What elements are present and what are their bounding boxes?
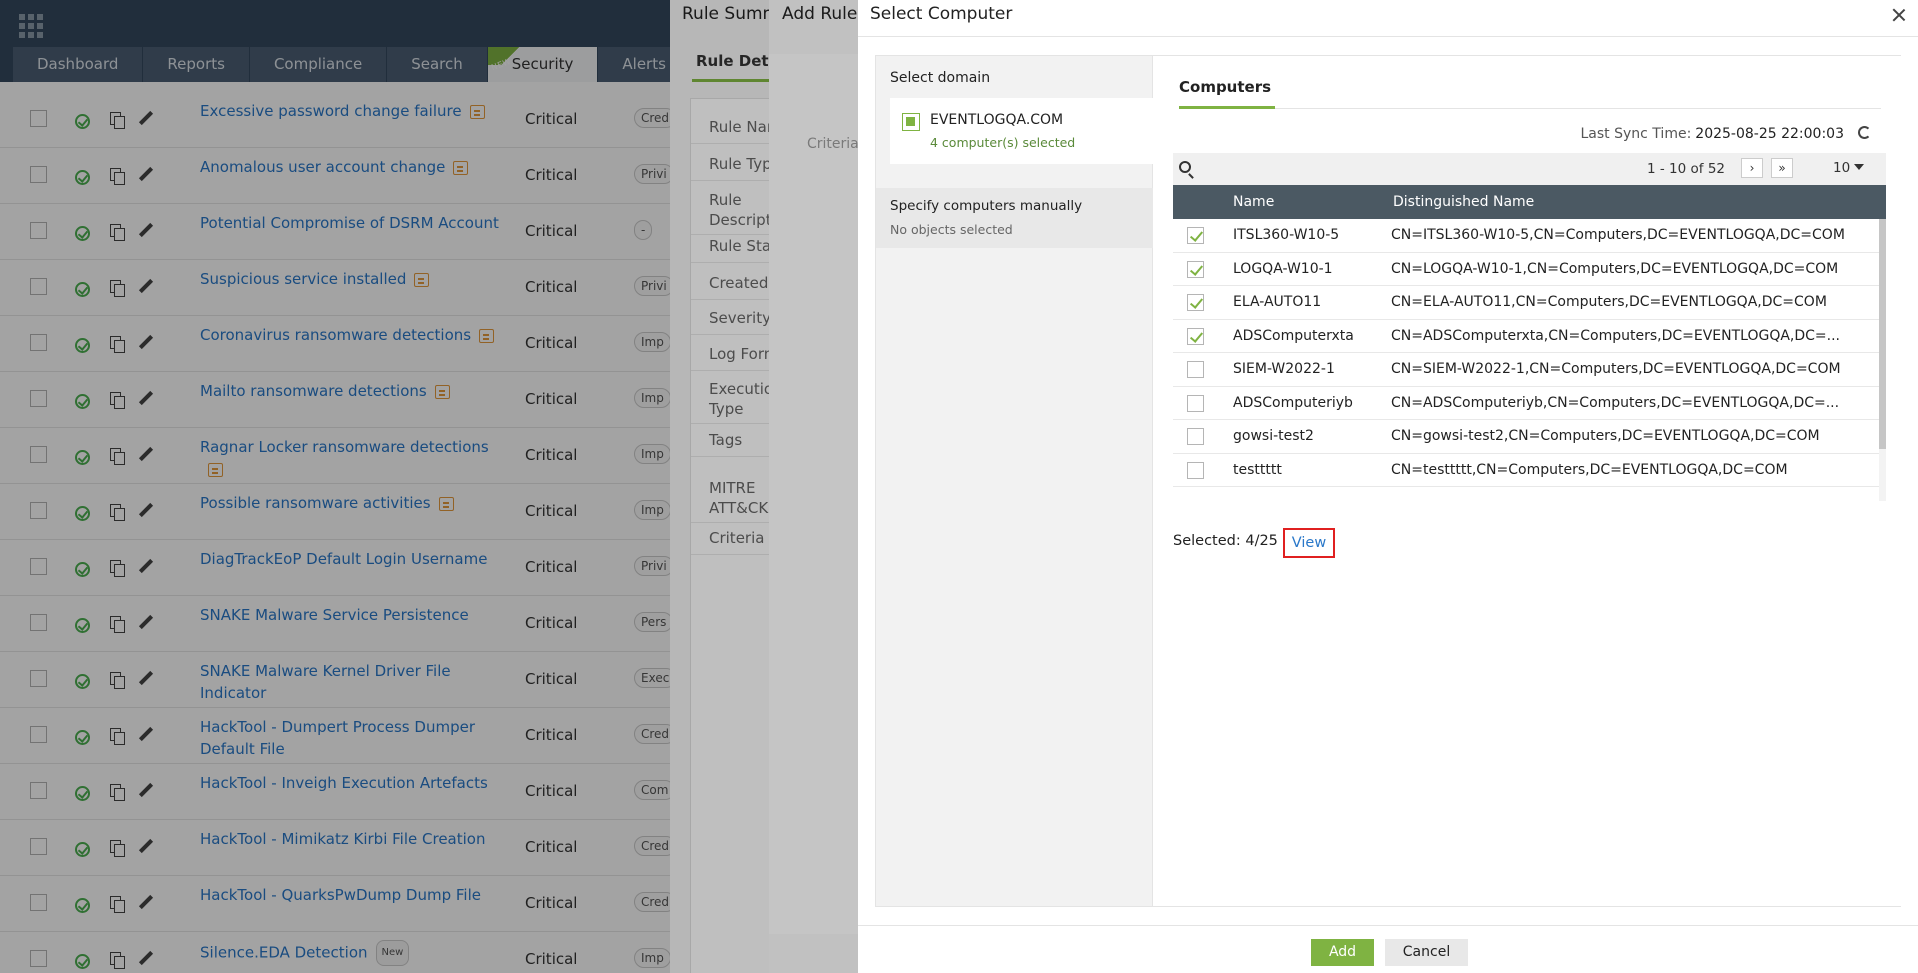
domain-item[interactable]: EVENTLOGQA.COM 4 computer(s) selected (890, 98, 1153, 164)
column-header-dn[interactable]: Distinguished Name (1386, 185, 1886, 219)
scrollbar-thumb[interactable] (1879, 219, 1886, 449)
row-checkbox[interactable] (1187, 461, 1204, 479)
domain-selected-count: 4 computer(s) selected (930, 135, 1076, 150)
row-checkbox[interactable] (1187, 428, 1204, 445)
checkbox-cell (1173, 454, 1223, 487)
distinguished-name: CN=LOGQA-W10-1,CN=Computers,DC=EVENTLOGQ… (1391, 260, 1839, 277)
distinguished-name: CN=ADSComputeriyb,CN=Computers,DC=EVENTL… (1391, 394, 1840, 411)
select-computer-dialog: Select Computer Select domain EVENTLOGQA… (858, 0, 1918, 973)
table-row[interactable]: testtttt CN=testtttt,CN=Computers,DC=EVEN… (1173, 454, 1886, 487)
search-icon[interactable] (1179, 161, 1191, 173)
distinguished-name: CN=testtttt,CN=Computers,DC=EVENTLOGQA,D… (1391, 461, 1788, 478)
domain-name: EVENTLOGQA.COM (930, 112, 1064, 128)
computer-name: ADSComputerxta (1233, 327, 1354, 344)
computer-name: LOGQA-W10-1 (1233, 260, 1333, 277)
sync-label: Last Sync Time: (1580, 126, 1692, 142)
computer-name: SIEM-W2022-1 (1233, 361, 1335, 377)
divider (858, 36, 1918, 37)
header-checkbox-cell (1173, 185, 1223, 219)
cancel-button[interactable]: Cancel (1385, 939, 1468, 966)
checkbox-cell (1173, 219, 1223, 252)
page-size-select[interactable]: 10 (1833, 160, 1865, 176)
distinguished-name: CN=SIEM-W2022-1,CN=Computers,DC=EVENTLOG… (1391, 361, 1841, 377)
tab-computers[interactable]: Computers (1179, 78, 1271, 96)
row-checkbox[interactable] (1187, 361, 1204, 378)
table-body: ITSL360-W10-5 CN=ITSL360-W10-5,CN=Compute… (1173, 219, 1886, 487)
table-row[interactable]: LOGQA-W10-1 CN=LOGQA-W10-1,CN=Computers,D… (1173, 253, 1886, 286)
computer-name: ADSComputeriyb (1233, 394, 1353, 411)
pager-range: 1 - 10 of 52 (1647, 161, 1725, 177)
view-selected-link[interactable]: View (1283, 528, 1335, 558)
table-row[interactable]: ELA-AUTO11 CN=ELA-AUTO11,CN=Computers,DC=… (1173, 286, 1886, 320)
chevron-down-icon (1854, 164, 1865, 170)
row-checkbox[interactable] (1187, 227, 1204, 244)
computers-table: Name Distinguished Name ITSL360-W10-5 CN=… (1173, 185, 1886, 501)
active-tab-indicator (1179, 106, 1275, 109)
dialog-body: Select domain EVENTLOGQA.COM 4 computer(… (875, 55, 1901, 907)
specify-manually-item[interactable]: Specify computers manually No objects se… (876, 188, 1153, 248)
checkbox-cell (1173, 353, 1223, 386)
add-button[interactable]: Add (1311, 939, 1374, 966)
table-row[interactable]: gowsi-test2 CN=gowsi-test2,CN=Computers,D… (1173, 420, 1886, 454)
column-header-name[interactable]: Name (1223, 185, 1386, 219)
dialog-title: Select Computer (870, 4, 1013, 24)
last-sync: Last Sync Time: 2025-08-25 22:00:03 (1580, 126, 1871, 142)
distinguished-name: CN=ELA-AUTO11,CN=Computers,DC=EVENTLOGQA… (1391, 294, 1827, 310)
table-row[interactable]: ITSL360-W10-5 CN=ITSL360-W10-5,CN=Compute… (1173, 219, 1886, 253)
computer-name: gowsi-test2 (1233, 428, 1314, 444)
distinguished-name: CN=ITSL360-W10-5,CN=Computers,DC=EVENTLO… (1391, 227, 1845, 243)
manual-status: No objects selected (890, 222, 1013, 237)
table-row[interactable]: SIEM-W2022-1 CN=SIEM-W2022-1,CN=Computers… (1173, 353, 1886, 387)
select-domain-heading: Select domain (890, 70, 991, 86)
manual-title: Specify computers manually (890, 198, 1083, 214)
sync-value: 2025-08-25 22:00:03 (1695, 126, 1844, 142)
table-header: Name Distinguished Name (1173, 185, 1886, 219)
computers-pane: Computers Last Sync Time: 2025-08-25 22:0… (1153, 56, 1901, 906)
computer-name: ELA-AUTO11 (1233, 294, 1322, 310)
close-icon[interactable] (1890, 6, 1908, 24)
table-row[interactable]: ADSComputerxta CN=ADSComputerxta,CN=Compu… (1173, 320, 1886, 353)
domain-partial-checkbox[interactable] (902, 113, 920, 131)
row-checkbox[interactable] (1187, 394, 1204, 412)
table-toolbar: 1 - 10 of 52 › » 10 (1173, 153, 1886, 185)
page-size-value: 10 (1833, 160, 1851, 176)
divider (1179, 108, 1881, 109)
distinguished-name: CN=ADSComputerxta,CN=Computers,DC=EVENTL… (1391, 327, 1840, 344)
selected-count: Selected: 4/25 (1173, 533, 1278, 549)
checkbox-cell (1173, 286, 1223, 319)
checkbox-cell (1173, 320, 1223, 353)
computer-name: ITSL360-W10-5 (1233, 227, 1340, 243)
row-checkbox[interactable] (1187, 327, 1204, 345)
distinguished-name: CN=gowsi-test2,CN=Computers,DC=EVENTLOGQ… (1391, 428, 1820, 444)
row-checkbox[interactable] (1187, 294, 1204, 311)
dialog-footer: Add Cancel (858, 925, 1918, 973)
computer-name: testtttt (1233, 461, 1282, 478)
checkbox-cell (1173, 420, 1223, 453)
row-checkbox[interactable] (1187, 260, 1204, 278)
next-page-button[interactable]: › (1741, 158, 1763, 178)
domain-pane: Select domain EVENTLOGQA.COM 4 computer(… (876, 56, 1153, 906)
last-page-button[interactable]: » (1771, 158, 1793, 178)
checkbox-cell (1173, 253, 1223, 286)
checkbox-cell (1173, 387, 1223, 420)
refresh-icon[interactable] (1858, 126, 1871, 139)
table-row[interactable]: ADSComputeriyb CN=ADSComputeriyb,CN=Compu… (1173, 387, 1886, 420)
